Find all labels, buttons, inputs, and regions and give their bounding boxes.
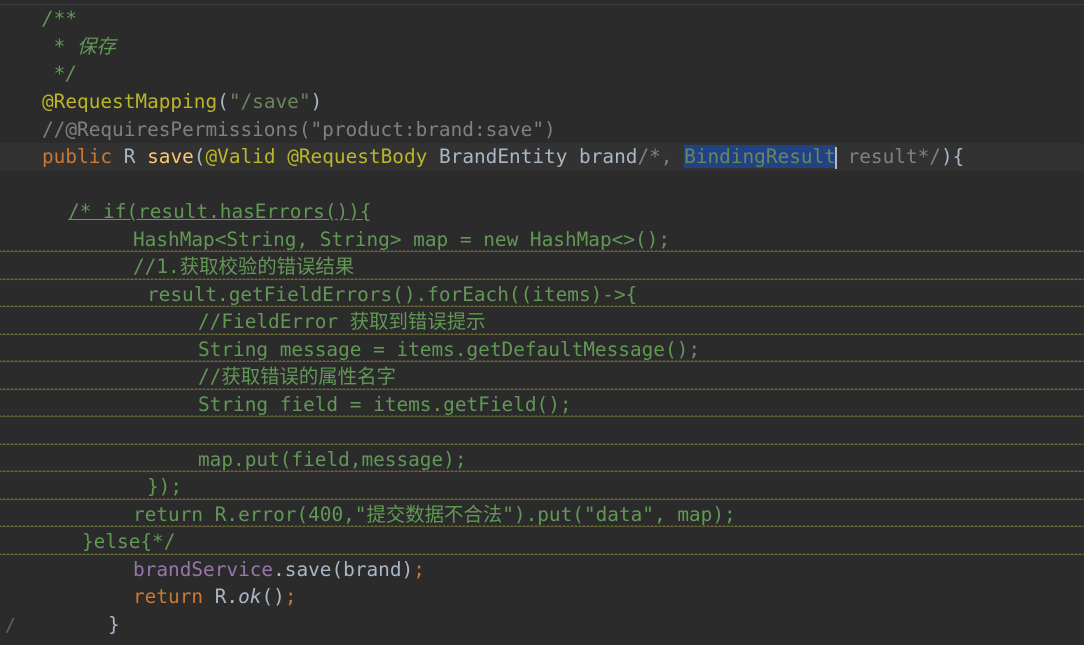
doc-comment-close: */ (42, 62, 78, 85)
selected-binding-result[interactable]: BindingResult (684, 145, 836, 168)
code-line-2[interactable]: * 保存 (0, 33, 1084, 61)
code-line-18[interactable]: }); (0, 473, 1084, 501)
code-line-4[interactable]: @RequestMapping("/save") (0, 88, 1084, 116)
block-comment-field: String field = items.getField(); (198, 392, 572, 416)
inline-comment-end: result*/ (835, 145, 941, 168)
inline-comment-start: /*, (637, 145, 685, 168)
block-comment-if: /* if(result.hasErrors()){ (68, 200, 372, 223)
service-save-call: brandService.save(brand); (133, 556, 425, 584)
code-line-20[interactable]: }else{*/ (0, 528, 1084, 556)
code-line-10[interactable]: //1.获取校验的错误结果 (0, 253, 1084, 281)
block-comment-return-error: return R.error(400,"提交数据不合法").put("data"… (133, 502, 736, 526)
block-comment-fielderror: //FieldError 获取到错误提示 (198, 310, 486, 333)
param-annotations: @Valid @RequestBody (205, 145, 439, 168)
block-comment-hashmap: HashMap<String, String> map = new HashMa… (133, 227, 671, 251)
return-type: R (123, 145, 148, 168)
code-editor[interactable]: /** * 保存 */ @RequestMapping("/save") //@… (0, 0, 1084, 645)
signature-close: ){ (940, 145, 965, 168)
line-comment-permissions: //@RequiresPermissions("product:brand:sa… (42, 117, 556, 141)
gutter-fold-marker[interactable]: / (5, 612, 16, 640)
semicolon: ; (413, 557, 425, 581)
closing-brace: } (108, 612, 120, 636)
block-comment-foreach: result.getFieldErrors().forEach((items)-… (147, 282, 638, 306)
semicolon: ; (284, 585, 297, 608)
code-line-23[interactable]: } (0, 611, 1084, 639)
code-line-11[interactable]: result.getFieldErrors().forEach((items)-… (0, 281, 1084, 308)
field-brand-service: brandService (133, 557, 274, 581)
block-comment-map-put: map.put(field,message); (198, 447, 467, 471)
code-line-3[interactable]: */ (0, 60, 1084, 88)
mapping-path-string: "/save" (228, 90, 311, 113)
code-line-13[interactable]: String message = items.getDefaultMessage… (0, 336, 1084, 363)
code-line-12[interactable]: //FieldError 获取到错误提示 (0, 308, 1084, 336)
method-name-save: save (147, 145, 194, 168)
code-line-17[interactable]: map.put(field,message); (0, 446, 1084, 473)
annotation-name: @RequestMapping (42, 90, 218, 113)
class-r: R. (214, 585, 239, 608)
keyword-return: return (133, 585, 215, 608)
block-comment-note-2: //获取错误的属性名字 (198, 365, 396, 388)
code-line-19[interactable]: return R.error(400,"提交数据不合法").put("data"… (0, 501, 1084, 528)
return-ok-statement: return R.ok(); (133, 583, 297, 611)
static-method-ok: ok (238, 585, 262, 608)
code-line-21[interactable]: brandService.save(brand); (0, 556, 1084, 584)
save-call-args: .save(brand) (273, 557, 414, 581)
keyword-public: public (42, 145, 124, 168)
code-line-9[interactable]: HashMap<String, String> map = new HashMa… (0, 226, 1084, 253)
code-line-15[interactable]: String field = items.getField(); (0, 391, 1084, 418)
doc-comment-text: * 保存 (42, 34, 116, 58)
ok-call-parens: () (261, 585, 285, 608)
doc-comment-open: /** (42, 7, 78, 30)
request-mapping-annotation: @RequestMapping("/save") (42, 88, 322, 116)
param-brand: BrandEntity brand (438, 145, 638, 168)
block-comment-message: String message = items.getDefaultMessage… (198, 337, 700, 361)
code-line-8[interactable]: /* if(result.hasErrors()){ (0, 198, 1084, 226)
code-line-6-current[interactable]: public R save(@Valid @RequestBody BrandE… (0, 143, 1084, 171)
param-paren-open: ( (193, 145, 206, 168)
code-line-16[interactable] (0, 418, 1084, 446)
paren-open: ( (217, 90, 229, 113)
block-comment-else: }else{*/ (82, 530, 176, 553)
method-signature: public R save(@Valid @RequestBody BrandE… (42, 143, 964, 171)
code-line-5[interactable]: //@RequiresPermissions("product:brand:sa… (0, 116, 1084, 144)
block-comment-note-1: //1.获取校验的错误结果 (133, 255, 355, 278)
code-line-1[interactable]: /** (0, 5, 1084, 33)
paren-close: ) (310, 90, 323, 113)
code-line-14[interactable]: //获取错误的属性名字 (0, 363, 1084, 391)
block-comment-close-lambda: }); (147, 475, 183, 498)
code-line-22[interactable]: return R.ok(); (0, 583, 1084, 611)
